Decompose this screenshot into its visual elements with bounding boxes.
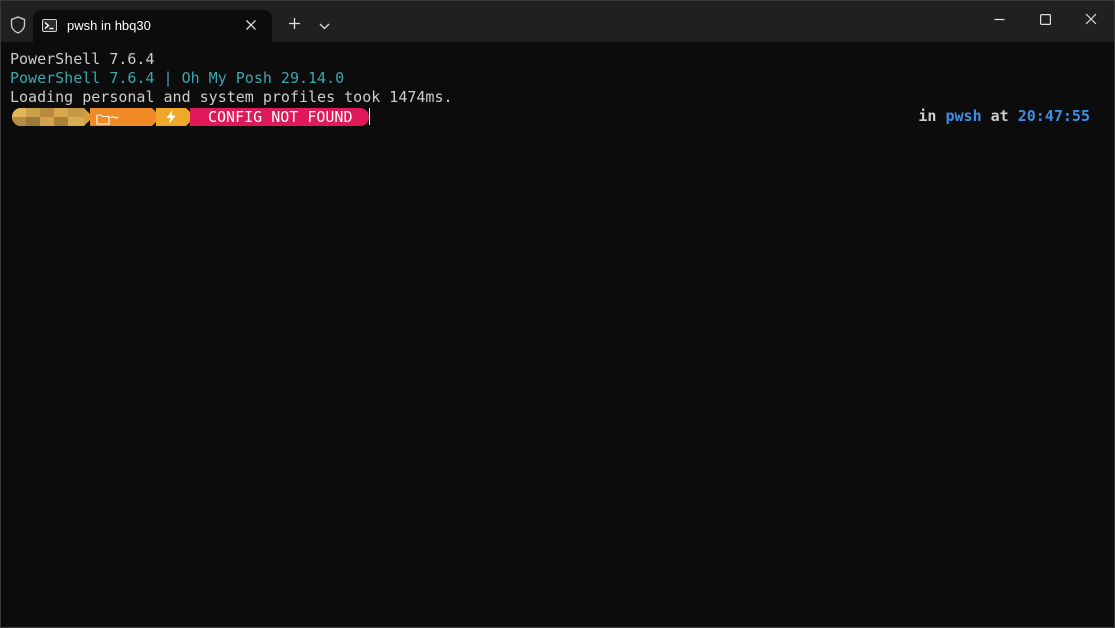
- title-bar[interactable]: pwsh in hbq30: [1, 1, 1114, 42]
- new-tab-button[interactable]: [283, 16, 305, 36]
- prompt-user-segment: [12, 108, 84, 126]
- plus-icon: [288, 17, 301, 35]
- maximize-button[interactable]: [1022, 1, 1068, 41]
- prompt-time: 20:47:55: [1017, 107, 1090, 125]
- lightning-icon: [164, 109, 178, 125]
- shield-icon[interactable]: [9, 16, 27, 34]
- terminal-window: pwsh in hbq30 PowerShell 7.6.4 PowerShel…: [0, 0, 1115, 628]
- close-window-button[interactable]: [1068, 1, 1114, 41]
- shell-name: pwsh: [945, 107, 982, 125]
- folder-icon: [96, 111, 110, 125]
- tab-pwsh[interactable]: pwsh in hbq30: [33, 10, 272, 42]
- prompt: ~ CONFIG NOT FOUND: [10, 107, 390, 126]
- minimize-button[interactable]: [976, 1, 1022, 41]
- close-icon[interactable]: [243, 17, 259, 33]
- maximize-icon: [1039, 12, 1051, 30]
- right-prompt-in-label: in: [918, 107, 937, 125]
- terminal-output[interactable]: PowerShell 7.6.4 PowerShell 7.6.4 | Oh M…: [1, 42, 1114, 627]
- output-line-ohmyposh: PowerShell 7.6.4 | Oh My Posh 29.14.0: [10, 69, 345, 87]
- close-icon: [1085, 12, 1097, 30]
- prompt-path-segment: ~: [90, 108, 152, 126]
- config-error-text: CONFIG NOT FOUND: [208, 108, 353, 126]
- right-prompt: in pwsh at 20:47:55: [918, 107, 1090, 126]
- prompt-config-error-segment: CONFIG NOT FOUND: [190, 108, 369, 126]
- right-prompt-at-label: at: [990, 107, 1009, 125]
- powershell-icon: [42, 19, 57, 32]
- tab-dropdown-button[interactable]: [313, 16, 335, 36]
- minimize-icon: [994, 12, 1005, 30]
- chevron-down-icon: [319, 17, 330, 35]
- text-cursor: [369, 108, 370, 125]
- prompt-path: ~: [110, 108, 120, 126]
- tab-title: pwsh in hbq30: [67, 18, 151, 33]
- prompt-power-segment: [156, 108, 186, 126]
- output-line-profile-load: Loading personal and system profiles too…: [10, 88, 453, 106]
- output-line-version: PowerShell 7.6.4: [10, 50, 155, 68]
